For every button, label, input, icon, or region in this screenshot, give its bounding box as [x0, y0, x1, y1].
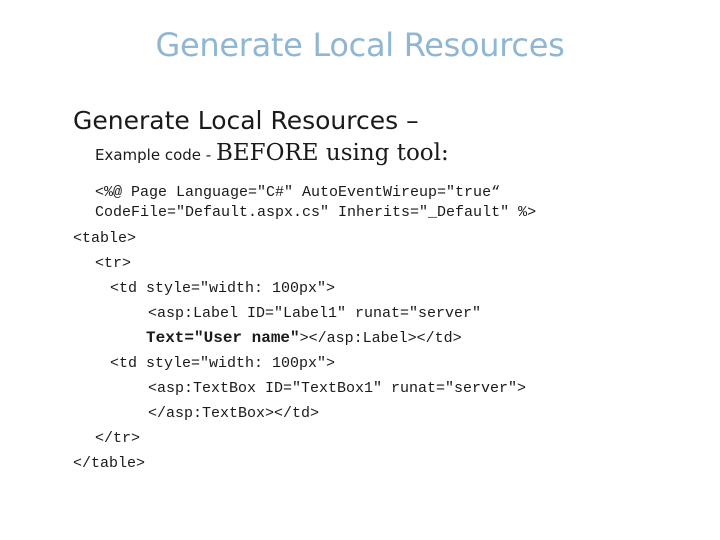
code-line-label: <asp:Label ID="Label1" runat="server" — [148, 305, 482, 322]
code-text-attribute: Text="User name" — [146, 329, 300, 347]
code-line-textbox-close: </asp:TextBox></td> — [148, 405, 320, 422]
code-line-table-close: </table> — [73, 455, 146, 472]
code-line-page-directive: <%@ Page Language="C#" AutoEventWireup="… — [95, 184, 501, 201]
code-line-table-open: <table> — [73, 230, 137, 247]
slide-title: Generate Local Resources — [155, 26, 565, 64]
code-line-label-text: Text="User name"></asp:Label></td> — [146, 330, 462, 346]
code-label-close: ></asp:Label></td> — [299, 330, 462, 347]
code-line-tr-close: </tr> — [95, 430, 141, 447]
subheading-small-text: Example code - — [95, 146, 216, 164]
subheading-large-text: BEFORE using tool: — [215, 140, 449, 166]
subheading: Example code - BEFORE using tool: — [95, 140, 449, 168]
code-line-codefile: CodeFile="Default.aspx.cs" Inherits="_De… — [95, 204, 537, 221]
heading: Generate Local Resources – — [73, 106, 419, 135]
code-line-td-open-2: <td style="width: 100px"> — [110, 355, 336, 372]
code-line-textbox: <asp:TextBox ID="TextBox1" runat="server… — [148, 380, 527, 397]
code-line-td-open-1: <td style="width: 100px"> — [110, 280, 336, 297]
code-line-tr-open: <tr> — [95, 255, 132, 272]
